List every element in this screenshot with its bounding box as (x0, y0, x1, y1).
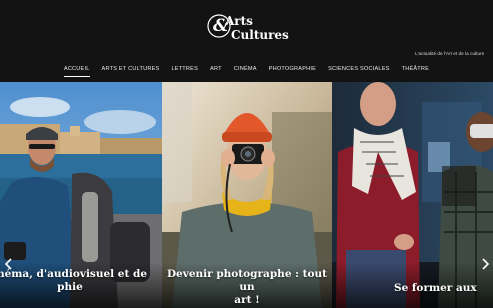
slide-3-title[interactable]: Se former aux (394, 282, 493, 295)
nav-item-arts-et-cultures[interactable]: ARTS ET CULTURES (96, 62, 166, 78)
slide-1-title-line2: phie (57, 281, 83, 293)
logo-line2: Cultures (231, 28, 289, 42)
slider-prev-button[interactable] (2, 257, 16, 271)
chevron-left-icon (4, 258, 12, 270)
slide-1-title[interactable]: inéma, d'audiovisuel et de phie (0, 268, 162, 294)
featured-slider: inéma, d'audiovisuel et de phie Devenir … (0, 82, 493, 308)
nav-item-sciences-sociales[interactable]: SCIENCES SOCIALES (322, 62, 396, 78)
nav-item-lettres[interactable]: LETTRES (165, 62, 204, 78)
slide-2-title[interactable]: Devenir photographe : tout un art ! (162, 268, 332, 307)
slider-next-button[interactable] (478, 257, 492, 271)
site-tagline: L'actualité de l'Art et de la culture (415, 51, 485, 56)
slide-1-title-line1: inéma, d'audiovisuel et de (0, 268, 148, 280)
slide-theatre[interactable]: Se former aux (332, 82, 493, 308)
site-header: & Arts Cultures L'actualité de l'Art et … (0, 0, 493, 82)
site-logo[interactable]: & Arts Cultures L'actualité de l'Art et … (207, 10, 484, 56)
logo-line1: Arts (224, 14, 253, 28)
slide-2-title-line2: art ! (234, 294, 260, 306)
main-nav: ACCUEIL ARTS ET CULTURES LETTRES ART CIN… (0, 62, 493, 78)
chevron-right-icon (482, 258, 490, 270)
nav-item-art[interactable]: ART (204, 62, 228, 78)
slide-cinema[interactable]: inéma, d'audiovisuel et de phie (0, 82, 162, 308)
nav-item-photographie[interactable]: PHOTOGRAPHIE (263, 62, 322, 78)
slide-2-title-line1: Devenir photographe : tout un (166, 268, 328, 293)
nav-item-cinema[interactable]: CINÉMA (228, 62, 263, 78)
nav-item-accueil[interactable]: ACCUEIL (58, 62, 96, 78)
logo-mark: & Arts Cultures (207, 14, 289, 42)
slide-photographie[interactable]: Devenir photographe : tout un art ! (162, 82, 332, 308)
nav-item-theatre[interactable]: THÉÂTRE (396, 62, 436, 78)
